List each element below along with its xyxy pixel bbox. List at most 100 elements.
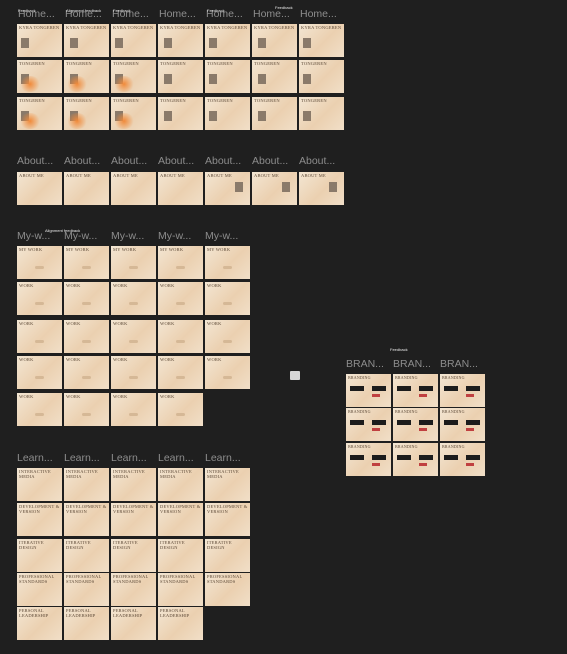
frame-about[interactable]: ABOUT ME	[64, 172, 109, 205]
frame-work[interactable]: WORK	[205, 282, 250, 315]
frame-home[interactable]: TONGEREN	[64, 60, 109, 93]
section-label-work[interactable]: My-w...	[205, 230, 238, 242]
section-label-work[interactable]: My-w...	[158, 230, 191, 242]
frame-learn[interactable]: ITERATIVE DESIGN	[64, 539, 109, 572]
frame-branding[interactable]: BRANDING	[346, 374, 391, 407]
frame-home[interactable]: KYRA TONGEREN	[17, 24, 62, 57]
frame-learn[interactable]: DEVELOPMENT & VERSION	[158, 503, 203, 536]
section-label-home[interactable]: Home...	[159, 8, 196, 20]
section-label-about[interactable]: About...	[158, 155, 194, 167]
section-label-learn[interactable]: Learn...	[64, 452, 100, 464]
frame-branding[interactable]: BRANDING	[346, 443, 391, 476]
frame-branding[interactable]: BRANDING	[440, 443, 485, 476]
frame-work[interactable]: WORK	[17, 282, 62, 315]
frame-home[interactable]: TONGEREN	[205, 97, 250, 130]
section-label-learn[interactable]: Learn...	[205, 452, 241, 464]
section-label-learn[interactable]: Learn...	[158, 452, 194, 464]
frame-about[interactable]: ABOUT ME	[158, 172, 203, 205]
frame-learn[interactable]: INTERACTIVE MEDIA	[158, 468, 203, 501]
frame-learn[interactable]: ITERATIVE DESIGN	[17, 539, 62, 572]
frame-work[interactable]: WORK	[205, 356, 250, 389]
frame-branding[interactable]: BRANDING	[346, 408, 391, 441]
frame-work[interactable]: WORK	[64, 282, 109, 315]
feedback-note[interactable]: Feedback	[18, 8, 36, 13]
frame-about[interactable]: ABOUT ME	[205, 172, 250, 205]
section-label-branding[interactable]: BRAN...	[393, 358, 431, 370]
frame-learn[interactable]: INTERACTIVE MEDIA	[17, 468, 62, 501]
frame-learn[interactable]: PERSONAL LEADERSHIP	[17, 607, 62, 640]
frame-work[interactable]: WORK	[158, 282, 203, 315]
frame-branding[interactable]: BRANDING	[440, 408, 485, 441]
frame-learn[interactable]: DEVELOPMENT & VERSION	[64, 503, 109, 536]
frame-learn[interactable]: DEVELOPMENT & VERSION	[205, 503, 250, 536]
frame-home[interactable]: TONGEREN	[158, 60, 203, 93]
frame-home[interactable]: TONGEREN	[252, 60, 297, 93]
frame-learn[interactable]: INTERACTIVE MEDIA	[205, 468, 250, 501]
frame-about[interactable]: ABOUT ME	[111, 172, 156, 205]
section-label-about[interactable]: About...	[17, 155, 53, 167]
frame-home[interactable]: TONGEREN	[299, 97, 344, 130]
frame-about[interactable]: ABOUT ME	[252, 172, 297, 205]
frame-home[interactable]: KYRA TONGEREN	[205, 24, 250, 57]
frame-home[interactable]: TONGEREN	[111, 97, 156, 130]
frame-learn[interactable]: INTERACTIVE MEDIA	[111, 468, 156, 501]
section-label-about[interactable]: About...	[299, 155, 335, 167]
frame-learn[interactable]: PROFESSIONAL STANDARDS	[158, 573, 203, 606]
frame-home[interactable]: TONGEREN	[64, 97, 109, 130]
section-label-learn[interactable]: Learn...	[17, 452, 53, 464]
frame-learn[interactable]: INTERACTIVE MEDIA	[64, 468, 109, 501]
frame-work[interactable]: WORK	[17, 320, 62, 353]
frame-work[interactable]: WORK	[158, 356, 203, 389]
frame-work[interactable]: WORK	[111, 320, 156, 353]
frame-learn[interactable]: ITERATIVE DESIGN	[158, 539, 203, 572]
frame-learn[interactable]: PROFESSIONAL STANDARDS	[64, 573, 109, 606]
frame-work[interactable]: WORK	[111, 282, 156, 315]
frame-learn[interactable]: DEVELOPMENT & VERSION	[17, 503, 62, 536]
frame-learn[interactable]: PROFESSIONAL STANDARDS	[111, 573, 156, 606]
frame-home[interactable]: TONGEREN	[299, 60, 344, 93]
frame-learn[interactable]: PERSONAL LEADERSHIP	[64, 607, 109, 640]
section-label-learn[interactable]: Learn...	[111, 452, 147, 464]
frame-about[interactable]: ABOUT ME	[299, 172, 344, 205]
section-label-about[interactable]: About...	[111, 155, 147, 167]
feedback-note[interactable]: Alignment feedback	[66, 8, 101, 13]
frame-home[interactable]: TONGEREN	[158, 97, 203, 130]
frame-work[interactable]: WORK	[111, 356, 156, 389]
feedback-note[interactable]: Feedback	[390, 347, 408, 352]
frame-home[interactable]: KYRA TONGEREN	[299, 24, 344, 57]
feedback-note[interactable]: Feedback	[275, 5, 293, 10]
section-label-home[interactable]: Home...	[300, 8, 337, 20]
frame-work[interactable]: MY WORK	[64, 246, 109, 279]
frame-learn[interactable]: PROFESSIONAL STANDARDS	[17, 573, 62, 606]
section-label-work[interactable]: My-w...	[111, 230, 144, 242]
frame-work[interactable]: WORK	[17, 393, 62, 426]
section-label-about[interactable]: About...	[64, 155, 100, 167]
frame-work[interactable]: WORK	[158, 393, 203, 426]
frame-home[interactable]: TONGEREN	[205, 60, 250, 93]
frame-home[interactable]: KYRA TONGEREN	[64, 24, 109, 57]
section-label-branding[interactable]: BRAN...	[440, 358, 478, 370]
feedback-note[interactable]: Feedback	[207, 8, 225, 13]
frame-home[interactable]: TONGEREN	[17, 97, 62, 130]
frame-about[interactable]: ABOUT ME	[17, 172, 62, 205]
frame-learn[interactable]: ITERATIVE DESIGN	[111, 539, 156, 572]
frame-work[interactable]: WORK	[158, 320, 203, 353]
feedback-note[interactable]: Feedback	[113, 8, 131, 13]
frame-learn[interactable]: DEVELOPMENT & VERSION	[111, 503, 156, 536]
frame-home[interactable]: TONGEREN	[252, 97, 297, 130]
frame-home[interactable]: KYRA TONGEREN	[158, 24, 203, 57]
frame-work[interactable]: WORK	[111, 393, 156, 426]
frame-learn[interactable]: PROFESSIONAL STANDARDS	[205, 573, 250, 606]
frame-work[interactable]: MY WORK	[17, 246, 62, 279]
frame-home[interactable]: KYRA TONGEREN	[111, 24, 156, 57]
frame-work[interactable]: WORK	[205, 320, 250, 353]
frame-learn[interactable]: ITERATIVE DESIGN	[205, 539, 250, 572]
feedback-note[interactable]: Alignment feedback	[45, 228, 80, 233]
frame-branding[interactable]: BRANDING	[393, 408, 438, 441]
frame-branding[interactable]: BRANDING	[393, 443, 438, 476]
frame-branding[interactable]: BRANDING	[393, 374, 438, 407]
frame-learn[interactable]: PERSONAL LEADERSHIP	[111, 607, 156, 640]
frame-learn[interactable]: PERSONAL LEADERSHIP	[158, 607, 203, 640]
section-label-about[interactable]: About...	[205, 155, 241, 167]
frame-home[interactable]: TONGEREN	[17, 60, 62, 93]
